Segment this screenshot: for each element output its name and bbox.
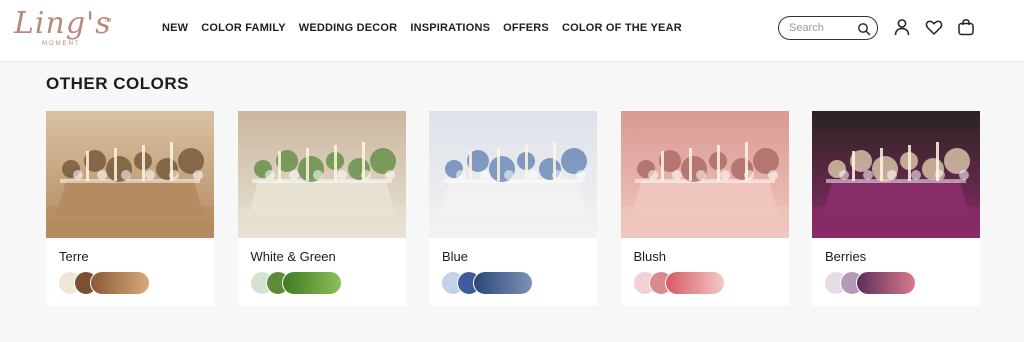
color-card-image[interactable] — [620, 111, 789, 238]
color-card-name: White & Green — [250, 249, 336, 264]
scene-illustration — [812, 111, 980, 238]
search-box[interactable] — [778, 16, 878, 40]
scene-illustration — [429, 111, 597, 238]
nav-item-new[interactable]: NEW — [162, 22, 188, 34]
color-card-blue[interactable]: Blue — [429, 111, 597, 306]
nav-item-offers[interactable]: OFFERS — [503, 22, 549, 34]
scene-illustration — [46, 111, 214, 238]
nav-item-color-family[interactable]: COLOR FAMILY — [201, 22, 286, 34]
search-icon[interactable] — [857, 22, 871, 36]
color-card-image[interactable] — [237, 111, 406, 238]
section-title: OTHER COLORS — [46, 74, 189, 93]
color-card-image[interactable] — [46, 111, 214, 238]
heart-icon[interactable] — [925, 18, 943, 36]
color-card-name: Terre — [59, 249, 89, 264]
nav-item-inspirations[interactable]: INSPIRATIONS — [410, 22, 490, 34]
swatch-gradient — [90, 271, 150, 295]
site-header: Ling's TM MOMENT NEW COLOR FAMILY WEDDIN… — [0, 0, 1024, 62]
color-swatches — [632, 271, 743, 295]
scene-illustration — [620, 111, 789, 238]
brand-logo-script: Ling's — [14, 6, 112, 41]
color-card-image[interactable] — [429, 111, 597, 238]
swatch-gradient — [856, 271, 916, 295]
swatch-gradient — [473, 271, 533, 295]
scene-illustration — [237, 111, 406, 238]
main-nav: NEW COLOR FAMILY WEDDING DECOR INSPIRATI… — [162, 22, 695, 34]
swatch-gradient — [664, 271, 725, 295]
bag-icon[interactable] — [957, 18, 975, 36]
nav-item-wedding-decor[interactable]: WEDDING DECOR — [299, 22, 398, 34]
color-swatches — [58, 271, 168, 295]
color-card-white-green[interactable]: White & Green — [237, 111, 406, 306]
color-card-name: Blush — [633, 249, 667, 264]
color-card-image[interactable] — [812, 111, 980, 238]
brand-logo-sub: MOMENT — [42, 41, 81, 47]
color-card-name: Blue — [442, 249, 469, 264]
nav-item-color-of-the-year[interactable]: COLOR OF THE YEAR — [562, 22, 682, 34]
color-swatches — [441, 271, 551, 295]
search-input[interactable] — [789, 21, 853, 35]
color-swatches — [824, 271, 934, 295]
color-card-berries[interactable]: Berries — [812, 111, 980, 306]
user-icon[interactable] — [893, 18, 911, 36]
color-card-terre[interactable]: Terre — [46, 111, 214, 306]
brand-logo-tm: TM — [104, 18, 112, 24]
color-card-name: Berries — [825, 249, 867, 264]
swatch-gradient — [281, 271, 342, 295]
color-cards: Terre White & Green Blue Blush Berries — [46, 111, 980, 306]
brand-logo[interactable]: Ling's TM MOMENT — [14, 6, 112, 50]
color-card-blush[interactable]: Blush — [620, 111, 789, 306]
color-swatches — [249, 271, 360, 295]
